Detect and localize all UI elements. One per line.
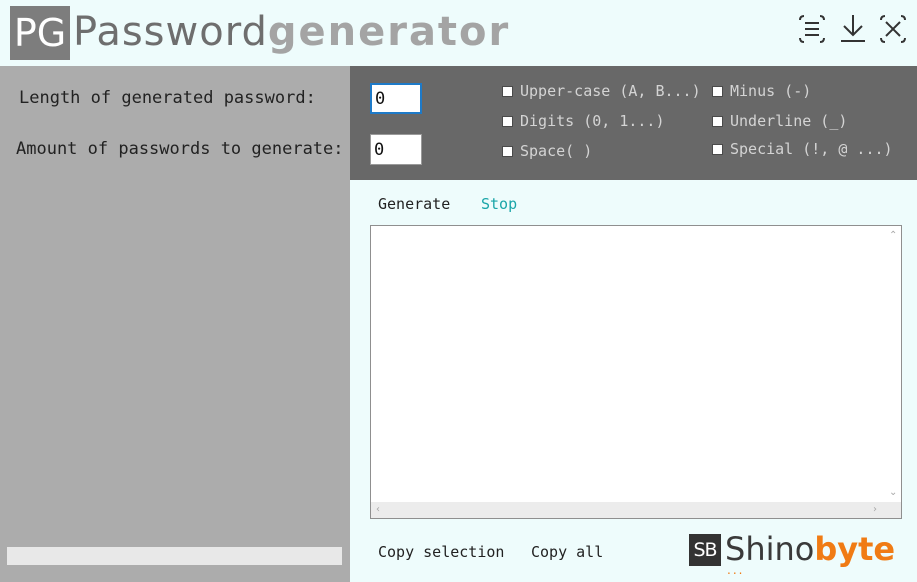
app-title-part2: generator (267, 9, 511, 55)
scroll-right-icon[interactable]: › (873, 505, 877, 515)
digits-option[interactable]: Digits (0, 1...) (502, 112, 665, 130)
copy-selection-button[interactable]: Copy selection (378, 543, 504, 561)
amount-label: Amount of passwords to generate: (16, 139, 344, 159)
minus-option[interactable]: Minus (-) (712, 82, 811, 100)
amount-input[interactable] (370, 134, 422, 165)
special-label: Special (!, @ ...) (730, 140, 893, 158)
settings-button[interactable] (796, 12, 828, 46)
underline-checkbox[interactable] (712, 115, 723, 127)
scroll-left-icon[interactable]: ‹ (376, 505, 380, 515)
shinobyte-logo-mark: SB (689, 534, 721, 566)
space-option[interactable]: Space( ) (502, 142, 592, 160)
minus-checkbox[interactable] (712, 85, 723, 97)
digits-label: Digits (0, 1...) (520, 112, 665, 130)
scrollbar-corner (885, 502, 901, 518)
close-button[interactable] (877, 12, 909, 46)
scroll-up-icon[interactable]: ⌃ (889, 231, 897, 241)
scroll-down-icon[interactable]: ⌄ (889, 488, 897, 498)
shinobyte-word2: byte (814, 530, 896, 568)
app-logo: PG (10, 6, 70, 60)
generate-button[interactable]: Generate (378, 195, 450, 213)
copy-all-button[interactable]: Copy all (531, 543, 603, 561)
app-title-part1: Password (73, 9, 268, 55)
length-input[interactable] (370, 83, 422, 114)
shinobyte-dots: ... (727, 563, 745, 577)
minus-label: Minus (-) (730, 82, 812, 100)
uppercase-label: Upper-case (A, B...) (520, 82, 701, 100)
underline-option[interactable]: Underline (_) (712, 112, 847, 130)
output-textarea[interactable]: ⌃ ⌄ ‹ › (370, 225, 902, 519)
length-label: Length of generated password: (19, 88, 316, 108)
app-title: Passwordgenerator (73, 4, 510, 60)
underline-label: Underline (_) (730, 112, 848, 130)
space-label: Space( ) (520, 142, 593, 160)
digits-checkbox[interactable] (502, 115, 513, 127)
horizontal-scrollbar[interactable]: ‹ › (371, 502, 885, 518)
download-button[interactable] (837, 12, 869, 46)
special-option[interactable]: Special (!, @ ...) (712, 140, 893, 158)
list-settings-icon (799, 15, 825, 43)
uppercase-option[interactable]: Upper-case (A, B...) (502, 82, 701, 100)
title-bar: PG Passwordgenerator (0, 0, 917, 66)
uppercase-checkbox[interactable] (502, 85, 513, 97)
shinobyte-wordmark: Shinobyte (725, 531, 895, 567)
download-icon (841, 15, 865, 42)
progress-bar (7, 547, 342, 565)
special-checkbox[interactable] (712, 143, 723, 155)
stop-button[interactable]: Stop (481, 195, 517, 213)
space-checkbox[interactable] (502, 145, 513, 157)
close-icon (880, 15, 906, 43)
vertical-scrollbar[interactable]: ⌃ ⌄ (885, 226, 901, 502)
